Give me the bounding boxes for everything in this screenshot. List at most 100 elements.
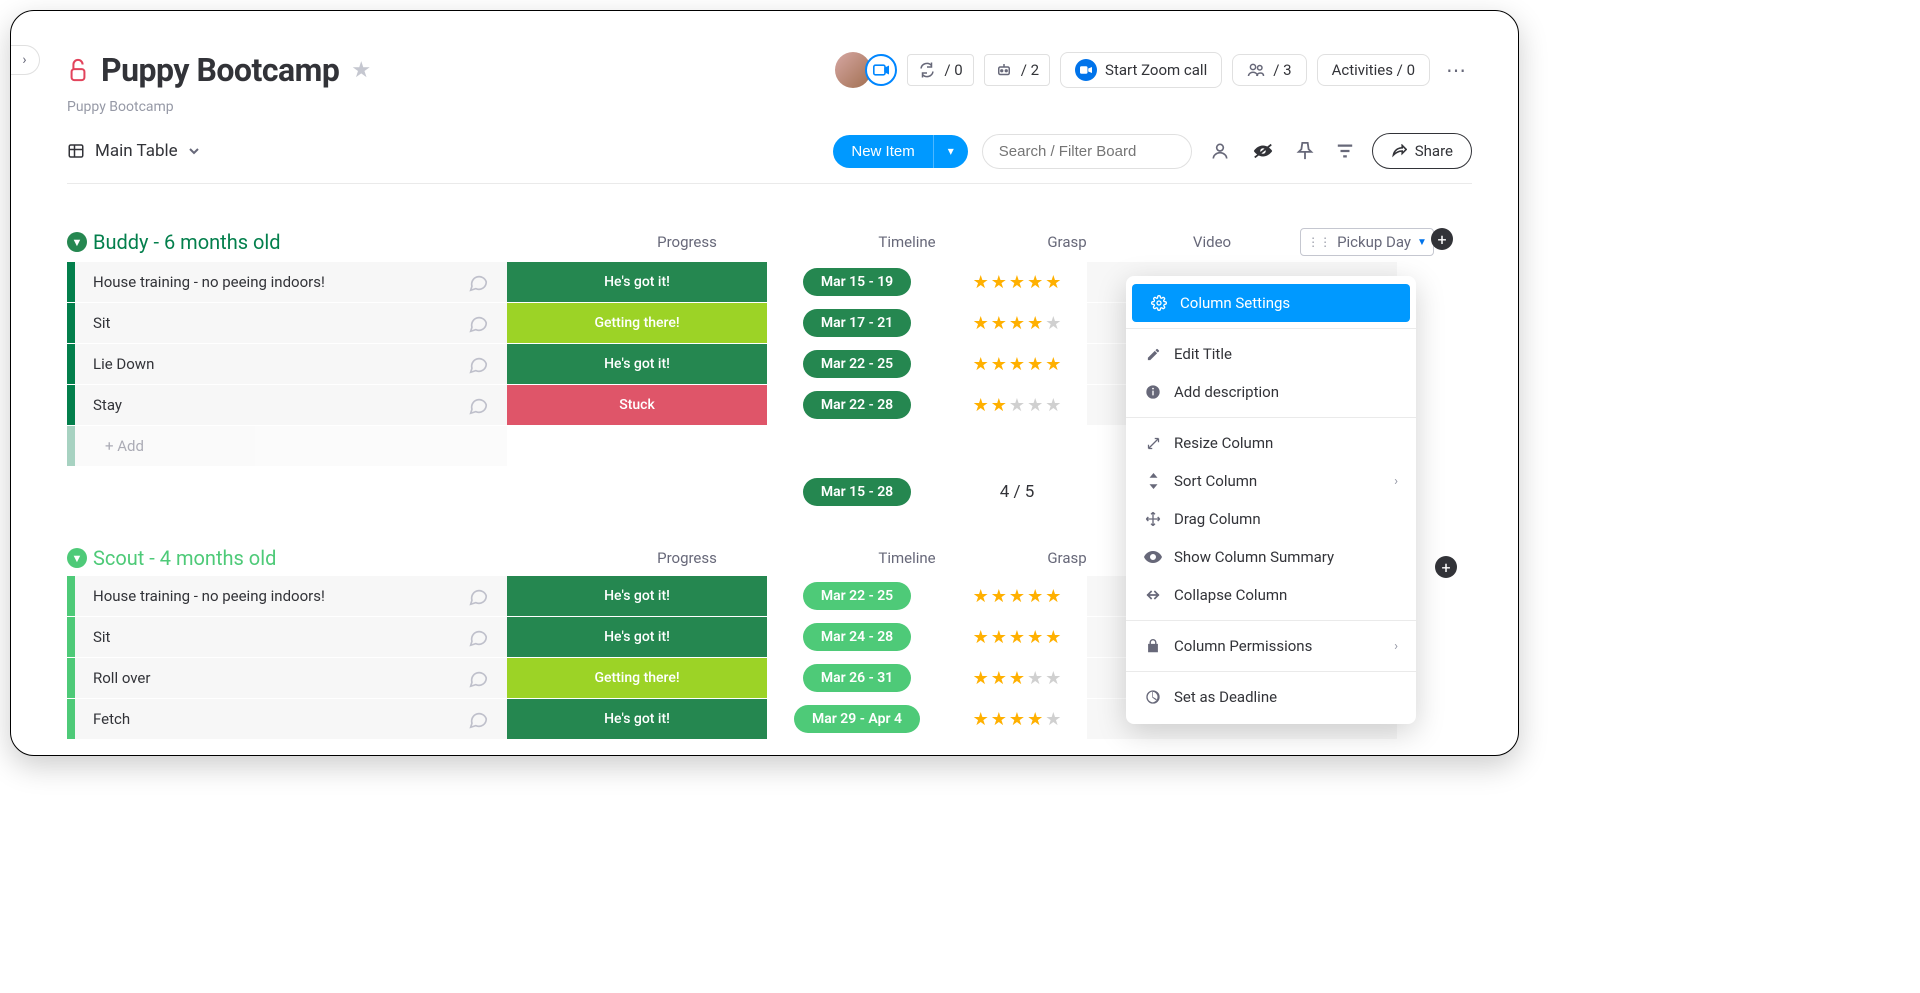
item-name-cell[interactable]: Lie Down <box>75 344 507 384</box>
board-owner-avatar[interactable] <box>835 52 897 88</box>
comment-bubble-icon[interactable] <box>467 312 489 334</box>
comment-bubble-icon[interactable] <box>467 394 489 416</box>
column-header-grasp[interactable]: Grasp <box>997 233 1137 251</box>
menu-item-column settings[interactable]: Column Settings <box>1132 284 1410 322</box>
timeline-cell[interactable]: Mar 15 - 19 <box>767 268 947 296</box>
comment-bubble-icon[interactable] <box>467 626 489 648</box>
progress-cell[interactable]: He's got it! <box>507 699 767 739</box>
page-header: Puppy Bootcamp ★ / 0 <box>67 51 1472 89</box>
star-icon: ★ <box>1009 586 1025 607</box>
grasp-cell[interactable]: ★★★★★ <box>947 709 1087 730</box>
integrations-counter[interactable]: / 2 <box>984 54 1050 86</box>
star-icon: ★ <box>1045 668 1061 689</box>
add-column-button[interactable]: + <box>1435 556 1457 578</box>
grasp-cell[interactable]: ★★★★★ <box>947 627 1087 648</box>
group-color-bar <box>67 385 75 425</box>
item-name-cell[interactable]: House training - no peeing indoors! <box>75 262 507 302</box>
menu-item-label: Column Permissions <box>1174 637 1312 655</box>
comment-bubble-icon[interactable] <box>467 585 489 607</box>
column-header-video[interactable]: Video <box>1137 233 1287 251</box>
comment-bubble-icon[interactable] <box>467 708 489 730</box>
menu-item-resize column[interactable]: Resize Column <box>1126 424 1416 462</box>
grasp-cell[interactable]: ★★★★★ <box>947 395 1087 416</box>
search-input[interactable] <box>982 134 1192 169</box>
item-name-cell[interactable]: Sit <box>75 617 507 657</box>
automations-counter[interactable]: / 0 <box>907 54 973 86</box>
group-collapse-toggle[interactable]: ▼ <box>67 548 87 568</box>
column-header-pickup[interactable]: ⋮⋮ Pickup Day ▼ + <box>1287 228 1447 256</box>
people-counter[interactable]: / 3 <box>1232 54 1306 86</box>
star-icon: ★ <box>1027 586 1043 607</box>
pin-icon[interactable] <box>1292 137 1318 165</box>
new-item-chevron[interactable]: ▾ <box>933 135 968 168</box>
item-name-cell[interactable]: Roll over <box>75 658 507 698</box>
menu-item-label: Column Settings <box>1180 294 1290 312</box>
menu-item-set as deadline[interactable]: Set as Deadline <box>1126 678 1416 716</box>
star-icon: ★ <box>973 627 989 648</box>
star-icon: ★ <box>991 627 1007 648</box>
menu-item-collapse column[interactable]: Collapse Column <box>1126 576 1416 614</box>
column-header-timeline[interactable]: Timeline <box>817 233 997 251</box>
group-collapse-toggle[interactable]: ▼ <box>67 232 87 252</box>
timeline-cell[interactable]: Mar 22 - 28 <box>767 391 947 419</box>
star-icon: ★ <box>1009 709 1025 730</box>
group-title[interactable]: Buddy - 6 months old <box>93 230 281 254</box>
menu-item-sort column[interactable]: Sort Column › <box>1126 462 1416 500</box>
grasp-cell[interactable]: ★★★★★ <box>947 354 1087 375</box>
item-name-cell[interactable]: House training - no peeing indoors! <box>75 576 507 616</box>
start-zoom-button[interactable]: Start Zoom call <box>1060 52 1222 88</box>
timeline-cell[interactable]: Mar 24 - 28 <box>767 623 947 651</box>
favorite-star-icon[interactable]: ★ <box>351 58 371 83</box>
grasp-cell[interactable]: ★★★★★ <box>947 313 1087 334</box>
progress-cell[interactable]: He's got it! <box>507 617 767 657</box>
menu-item-show column summary[interactable]: Show Column Summary <box>1126 538 1416 576</box>
timeline-cell[interactable]: Mar 17 - 21 <box>767 309 947 337</box>
drag-icon <box>1144 511 1162 527</box>
progress-cell[interactable]: Stuck <box>507 385 767 425</box>
new-item-button[interactable]: New Item <box>833 135 932 168</box>
column-header-progress[interactable]: Progress <box>557 233 817 251</box>
info-icon <box>1144 384 1162 400</box>
star-icon: ★ <box>1027 354 1043 375</box>
share-button[interactable]: Share <box>1372 133 1472 169</box>
timeline-cell[interactable]: Mar 22 - 25 <box>767 350 947 378</box>
group-title[interactable]: Scout - 4 months old <box>93 546 276 570</box>
add-column-button[interactable]: + <box>1431 228 1453 250</box>
chevron-down-icon: ▼ <box>1417 237 1427 248</box>
activities-counter[interactable]: Activities / 0 <box>1317 54 1430 86</box>
star-icon: ★ <box>973 395 989 416</box>
column-header-timeline[interactable]: Timeline <box>817 549 997 567</box>
progress-cell[interactable]: He's got it! <box>507 262 767 302</box>
progress-cell[interactable]: He's got it! <box>507 576 767 616</box>
star-icon: ★ <box>1045 395 1061 416</box>
grasp-cell[interactable]: ★★★★★ <box>947 668 1087 689</box>
item-name-cell[interactable]: Stay <box>75 385 507 425</box>
menu-item-add description[interactable]: Add description <box>1126 373 1416 411</box>
person-filter-icon[interactable] <box>1206 137 1234 165</box>
item-name-cell[interactable]: Fetch <box>75 699 507 739</box>
progress-cell[interactable]: He's got it! <box>507 344 767 384</box>
progress-cell[interactable]: Getting there! <box>507 303 767 343</box>
progress-cell[interactable]: Getting there! <box>507 658 767 698</box>
grasp-cell[interactable]: ★★★★★ <box>947 272 1087 293</box>
hide-icon[interactable] <box>1248 137 1278 165</box>
timeline-cell[interactable]: Mar 26 - 31 <box>767 664 947 692</box>
star-icon: ★ <box>1027 272 1043 293</box>
menu-item-label: Edit Title <box>1174 345 1232 363</box>
comment-bubble-icon[interactable] <box>467 271 489 293</box>
menu-item-drag column[interactable]: Drag Column <box>1126 500 1416 538</box>
timeline-cell[interactable]: Mar 22 - 25 <box>767 582 947 610</box>
filter-icon[interactable] <box>1332 139 1358 163</box>
menu-item-edit title[interactable]: Edit Title <box>1126 335 1416 373</box>
comment-bubble-icon[interactable] <box>467 353 489 375</box>
more-actions-icon[interactable]: ⋯ <box>1440 52 1472 88</box>
column-header-progress[interactable]: Progress <box>557 549 817 567</box>
comment-bubble-icon[interactable] <box>467 667 489 689</box>
grasp-cell[interactable]: ★★★★★ <box>947 586 1087 607</box>
view-selector[interactable]: Main Table <box>67 141 200 161</box>
star-icon: ★ <box>1009 627 1025 648</box>
menu-item-column permissions[interactable]: Column Permissions › <box>1126 627 1416 665</box>
column-header-grasp[interactable]: Grasp <box>997 549 1137 567</box>
timeline-cell[interactable]: Mar 29 - Apr 4 <box>767 705 947 733</box>
item-name-cell[interactable]: Sit <box>75 303 507 343</box>
